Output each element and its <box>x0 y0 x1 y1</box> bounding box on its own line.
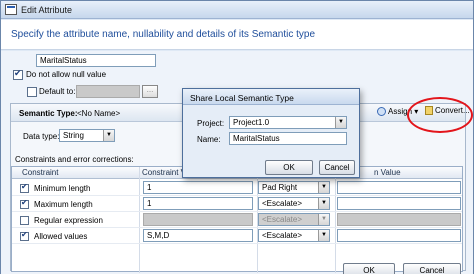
assign-icon <box>377 107 386 117</box>
share-semantic-type-dialog: Share Local Semantic Type Project: Proje… <box>182 88 360 178</box>
project-value: Project1.0 <box>233 118 270 127</box>
dialog-name-label: Name: <box>197 135 221 144</box>
not-null-checkbox[interactable] <box>13 68 23 80</box>
row-label: Maximum length <box>34 200 93 209</box>
max-length-correction-value-input[interactable] <box>337 197 461 210</box>
row-checkbox[interactable] <box>20 216 29 225</box>
attribute-name-input[interactable]: MaritalStatus <box>36 54 156 67</box>
correction-value: <Escalate> <box>262 231 303 240</box>
default-to-checkbox[interactable] <box>27 87 37 97</box>
project-label: Project: <box>197 119 225 128</box>
max-length-value-input[interactable]: 1 <box>143 197 253 210</box>
regex-value-input[interactable] <box>143 213 253 226</box>
regex-correction-select[interactable]: <Escalate> ▼ <box>258 213 330 226</box>
default-value-input[interactable] <box>76 85 140 98</box>
edit-attribute-window: Edit Attribute Specify the attribute nam… <box>0 0 474 274</box>
max-length-correction-select[interactable]: <Escalate> ▼ <box>258 197 330 210</box>
column-header-correction-value: n Value <box>374 168 401 177</box>
allowed-values-input[interactable]: S,M,D <box>143 229 253 242</box>
min-length-correction-value-input[interactable] <box>337 181 461 194</box>
dialog-ok-button[interactable]: OK <box>265 160 313 175</box>
data-type-value: String <box>63 131 84 140</box>
constraints-label: Constraints and error corrections: <box>15 155 134 164</box>
row-checkbox[interactable] <box>20 182 29 193</box>
project-select[interactable]: Project1.0 ▼ <box>229 116 347 129</box>
data-type-label: Data type: <box>23 132 60 141</box>
data-type-select[interactable]: String ▼ <box>59 129 115 142</box>
row-label: Regular expression <box>34 216 103 225</box>
chevron-down-icon: ▼ <box>318 230 329 241</box>
row-label: Minimum length <box>34 184 91 193</box>
ok-button[interactable]: OK <box>343 263 395 274</box>
dialog-name-input[interactable]: MaritalStatus <box>229 132 347 145</box>
window-title: Edit Attribute <box>21 5 73 15</box>
header-band: Specify the attribute name, nullability … <box>1 20 473 50</box>
column-header-constraint: Constraint <box>22 168 59 177</box>
allowed-values-correction-value-input[interactable] <box>337 229 461 242</box>
semantic-type-label: Semantic Type: <box>19 109 78 118</box>
regex-correction-value-input[interactable] <box>337 213 461 226</box>
chevron-down-icon: ▼ <box>103 130 114 141</box>
min-length-value-input[interactable]: 1 <box>143 181 253 194</box>
allowed-values-correction-select[interactable]: <Escalate> ▼ <box>258 229 330 242</box>
default-browse-button[interactable]: … <box>142 85 158 98</box>
correction-value: <Escalate> <box>262 215 303 224</box>
correction-value: Pad Right <box>262 183 298 192</box>
header-instruction: Specify the attribute name, nullability … <box>11 29 316 40</box>
chevron-down-icon: ▼ <box>318 198 329 209</box>
convert-highlight-ring <box>407 97 473 133</box>
cancel-button[interactable]: Cancel <box>403 263 461 274</box>
chevron-down-icon: ▼ <box>318 182 329 193</box>
row-checkbox[interactable] <box>20 230 29 241</box>
dialog-title-bar: Share Local Semantic Type <box>183 89 359 105</box>
default-to-label: Default to: <box>39 87 76 96</box>
correction-value: <Escalate> <box>262 199 303 208</box>
min-length-correction-select[interactable]: Pad Right ▼ <box>258 181 330 194</box>
row-checkbox[interactable] <box>20 198 29 209</box>
title-bar: Edit Attribute <box>1 1 473 19</box>
dialog-cancel-button[interactable]: Cancel <box>319 160 355 175</box>
chevron-down-icon: ▼ <box>318 214 329 225</box>
chevron-down-icon: ▼ <box>335 117 346 128</box>
row-label: Allowed values <box>34 232 88 241</box>
semantic-type-value: <No Name> <box>77 109 121 118</box>
not-null-label: Do not allow null value <box>26 70 107 79</box>
window-icon <box>5 4 17 15</box>
dialog-title: Share Local Semantic Type <box>190 93 294 103</box>
